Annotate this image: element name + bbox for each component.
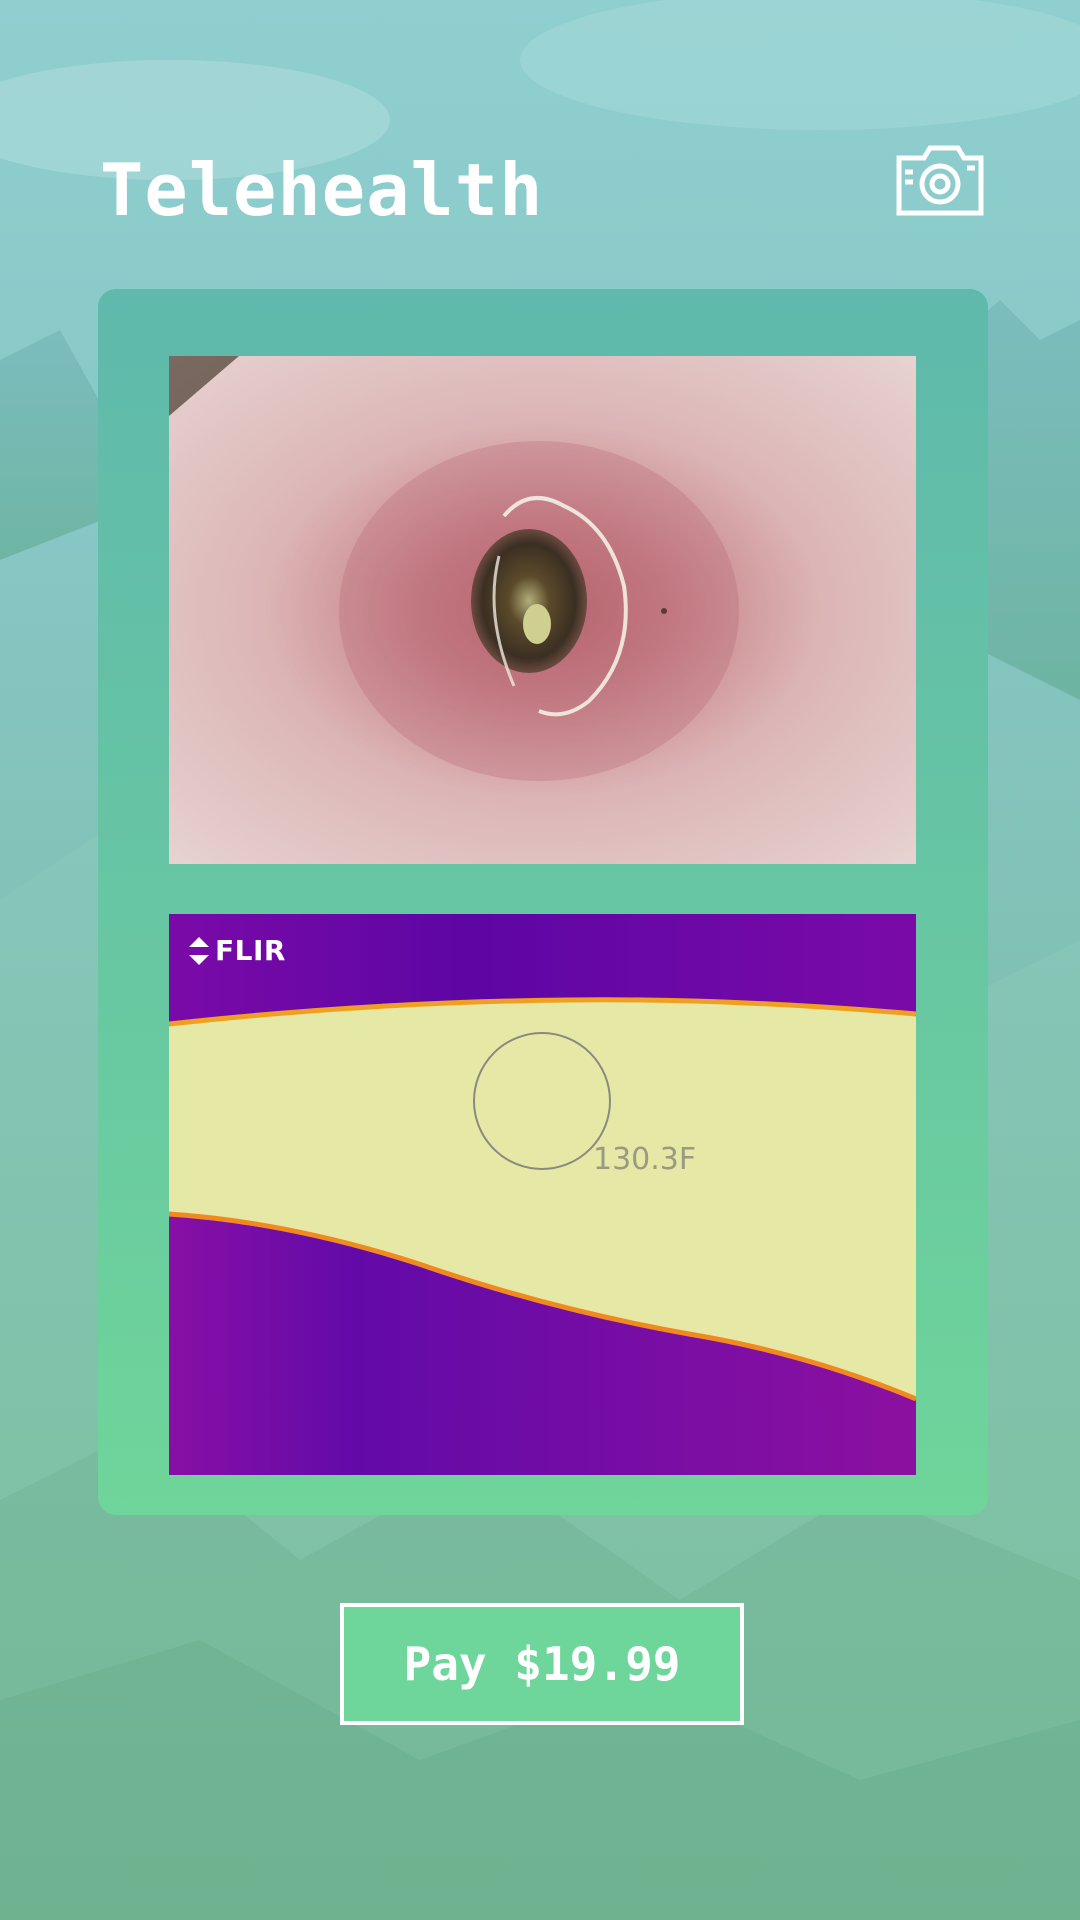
flir-logo: FLIR — [187, 934, 286, 967]
camera-button[interactable] — [896, 142, 984, 216]
wound-photo — [169, 356, 916, 864]
flir-brand-label: FLIR — [215, 934, 286, 967]
image-card: FLIR 130.3F — [98, 289, 988, 1515]
pay-button[interactable]: Pay $19.99 — [340, 1603, 744, 1725]
temperature-reading: 130.3F — [593, 1142, 697, 1177]
camera-icon — [896, 145, 984, 216]
flir-diamond-icon — [189, 936, 209, 965]
thermal-image: FLIR 130.3F — [169, 914, 916, 1475]
page-title: Telehealth — [100, 148, 544, 232]
